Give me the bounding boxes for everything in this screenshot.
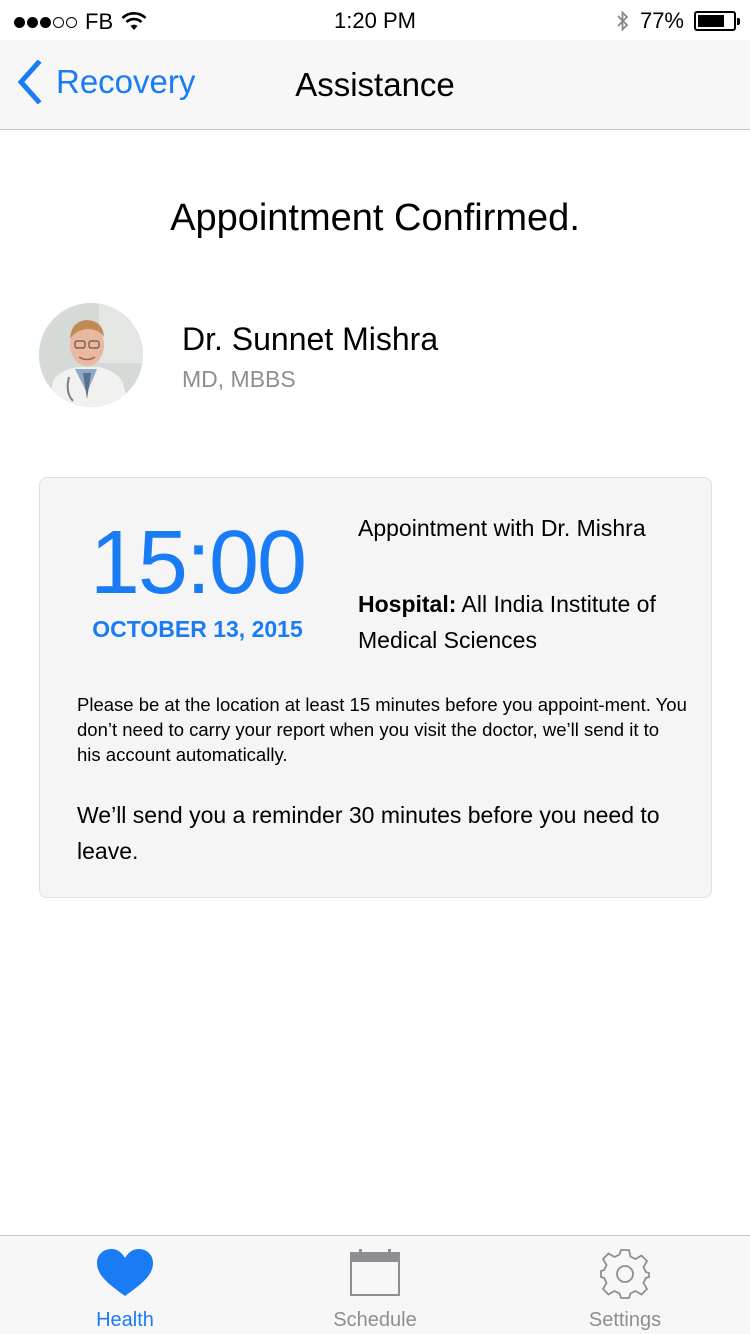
doctor-photo [39,303,143,407]
tab-schedule-label: Schedule [333,1309,417,1331]
appointment-hospital: Hospital: All India Institute of Medical… [358,586,688,658]
appointment-note: Please be at the location at least 15 mi… [77,694,687,765]
screen: FB 1:20 PM 77% Recovery Assistance Appoi… [0,0,750,1334]
appointment-with: Appointment with Dr. Mishra [358,515,646,541]
nav-title: Assistance [295,66,455,103]
appointment-reminder: We’ll send you a reminder 30 minutes bef… [77,802,660,864]
doctor-avatar[interactable] [39,303,143,407]
status-right: 77% [616,8,740,34]
tab-schedule[interactable]: Schedule [250,1236,500,1334]
appointment-date: OCTOBER 13, 2015 [92,616,303,642]
tab-settings[interactable]: Settings [500,1236,750,1334]
battery-level-fill [698,15,724,27]
tab-bar: Health Schedule Settings [0,1235,750,1334]
appointment-time: 15:00 [89,513,307,613]
bluetooth-icon [617,10,629,32]
battery-icon [694,11,740,31]
heart-icon [97,1249,153,1296]
page-heading: Appointment Confirmed. [170,197,580,239]
status-bar: FB 1:20 PM 77% [0,0,750,40]
calendar-icon [350,1249,400,1296]
navigation-bar: Recovery Assistance [0,40,750,130]
hospital-label: Hospital: [358,591,457,617]
gear-icon [600,1249,650,1299]
battery-percent: 77% [639,8,684,33]
appointment-card: 15:00 OCTOBER 13, 2015 Appointment with … [39,477,712,898]
tab-health-label: Health [96,1309,154,1331]
tab-health[interactable]: Health [0,1236,250,1334]
tab-settings-label: Settings [588,1309,662,1331]
doctor-credentials: MD, MBBS [182,366,296,392]
doctor-name: Dr. Sunnet Mishra [182,321,439,357]
